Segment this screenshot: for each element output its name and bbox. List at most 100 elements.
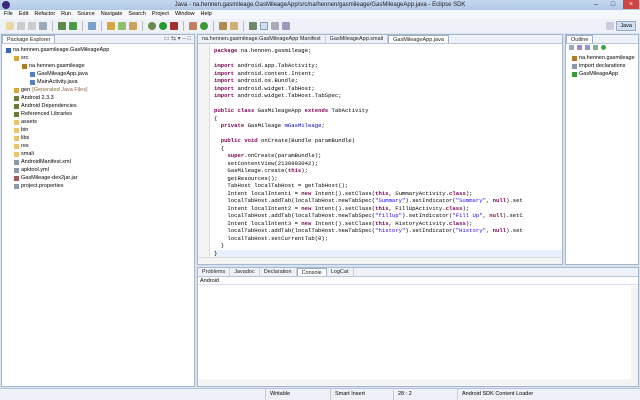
console-horizontal-scrollbar[interactable]	[198, 379, 638, 386]
external-tools-icon[interactable]	[170, 22, 178, 30]
code-line: public void onCreate(Bundle paramBundle)	[220, 137, 356, 144]
tree-item[interactable]: Android 2.3.3	[6, 94, 194, 102]
menu-file[interactable]: File	[4, 10, 13, 19]
search-icon[interactable]	[230, 22, 238, 30]
java-editor: na.hennen.gasmileage.GasMileageApp Manif…	[197, 34, 563, 265]
tree-item[interactable]: bin	[6, 126, 194, 134]
minimize-button[interactable]: –	[588, 0, 604, 9]
tree-item[interactable]: project.properties	[6, 182, 194, 190]
tree-item-label: na.hennen.gasmileage	[29, 63, 85, 69]
code-line: }	[214, 249, 562, 257]
status-writable: Writable	[265, 389, 330, 400]
tree-item[interactable]: na.hennen.gasmileage	[6, 62, 194, 70]
outline-item-icon	[572, 55, 577, 61]
tree-item-icon	[14, 119, 19, 125]
maximize-button[interactable]: □	[605, 0, 621, 9]
close-button[interactable]: ×	[623, 0, 639, 9]
horizontal-scrollbar[interactable]	[198, 257, 562, 264]
debug-icon[interactable]	[148, 22, 156, 30]
checklist-icon[interactable]	[88, 22, 96, 30]
tree-item[interactable]: MainActivity.java	[6, 78, 194, 86]
hide-nonpublic-icon[interactable]	[601, 45, 606, 50]
new-java-class-icon[interactable]	[200, 22, 208, 30]
tree-item[interactable]: smali	[6, 150, 194, 158]
tab-declaration[interactable]: Declaration	[260, 268, 297, 276]
open-task-icon[interactable]	[219, 22, 227, 30]
menu-edit[interactable]: Edit	[19, 10, 28, 19]
outline-item[interactable]: na.hennen.gasmileage	[570, 54, 638, 62]
java-perspective-button[interactable]: Java	[616, 21, 636, 31]
menu-window[interactable]: Window	[175, 10, 195, 19]
open-type-icon[interactable]	[107, 22, 115, 30]
code-line: import android.os.Bundle;	[214, 77, 298, 84]
view-menu-icon[interactable]: ▭ ⇆ ▾ – □	[164, 35, 191, 42]
tree-item-icon	[14, 175, 19, 181]
print-icon[interactable]	[39, 22, 47, 30]
tree-item-label: project.properties	[21, 183, 64, 189]
collapse-all-icon[interactable]	[569, 45, 574, 50]
tree-item[interactable]: res	[6, 142, 194, 150]
save-all-icon[interactable]	[28, 22, 36, 30]
tree-item-icon	[30, 71, 35, 77]
tree-item[interactable]: na.hennen.gasmileage.GasMileageApp	[6, 46, 194, 54]
tab-na-hennen-gasmileage-gasmileageapp-manifest[interactable]: na.hennen.gasmileage.GasMileageApp Manif…	[198, 35, 326, 43]
avd-manager-icon[interactable]	[69, 22, 77, 30]
menu-run[interactable]: Run	[61, 10, 71, 19]
pin-icon[interactable]	[249, 22, 257, 30]
tree-item[interactable]: libs	[6, 134, 194, 142]
menu-search[interactable]: Search	[128, 10, 145, 19]
hide-fields-icon[interactable]	[585, 45, 590, 50]
code-line: TabHost localTabHost = getTabHost();	[214, 182, 349, 189]
tree-item-icon	[30, 79, 35, 85]
code-line: localTabHost.addTab(localTabHost.newTabS…	[214, 227, 523, 234]
console-name: Android	[198, 277, 638, 285]
code-line: localTabHost.addTab(localTabHost.newTabS…	[214, 212, 523, 219]
tree-item[interactable]: Referenced Libraries	[6, 110, 194, 118]
outline-item[interactable]: GasMileageApp	[570, 70, 638, 78]
tab-problems[interactable]: Problems	[198, 268, 231, 276]
save-icon[interactable]	[17, 22, 25, 30]
tab-logcat[interactable]: LogCat	[327, 268, 354, 276]
run-icon[interactable]	[159, 22, 167, 30]
tree-item[interactable]: gen [Generated Java Files]	[6, 86, 194, 94]
new-class-icon[interactable]	[118, 22, 126, 30]
show-whitespace-icon[interactable]	[271, 22, 279, 30]
tab-gasmileageapp-smali[interactable]: GasMileageApp.smali	[326, 35, 389, 43]
tree-item[interactable]: GasMileageApp.java	[6, 70, 194, 78]
outline-item[interactable]: import declarations	[570, 62, 638, 70]
tree-item[interactable]: apktool.yml	[6, 166, 194, 174]
menu-navigate[interactable]: Navigate	[101, 10, 123, 19]
tree-item[interactable]: GasMileage-dex2jar.jar	[6, 174, 194, 182]
open-perspective-icon[interactable]	[606, 22, 615, 30]
tree-item[interactable]: src	[6, 54, 194, 62]
package-icon[interactable]	[189, 22, 197, 30]
sort-icon[interactable]	[577, 45, 582, 50]
tree-item[interactable]: AndroidManifest.xml	[6, 158, 194, 166]
new-icon[interactable]	[6, 22, 14, 30]
hide-static-icon[interactable]	[593, 45, 598, 50]
new-package-icon[interactable]	[129, 22, 137, 30]
mark-occurrences-icon[interactable]	[260, 22, 268, 30]
tree-item[interactable]: Android Dependencies	[6, 102, 194, 110]
tree-item-label: na.hennen.gasmileage.GasMileageApp	[13, 47, 110, 53]
menu-help[interactable]: Help	[201, 10, 212, 19]
console-vertical-scrollbar[interactable]	[631, 286, 638, 379]
android-sdk-icon[interactable]	[58, 22, 66, 30]
outline-tab[interactable]: Outline	[566, 35, 594, 43]
tree-item[interactable]: assets	[6, 118, 194, 126]
tab-console[interactable]: Console	[296, 268, 327, 276]
menu-source[interactable]: Source	[77, 10, 94, 19]
code-line: Intent localIntent1 = new Intent().setCl…	[214, 189, 473, 197]
menu-refactor[interactable]: Refactor	[34, 10, 55, 19]
tab-gasmileageapp-java[interactable]: GasMileageApp.java	[388, 35, 449, 43]
tree-item-icon	[14, 151, 19, 157]
package-explorer-tab[interactable]: Package Explorer	[2, 35, 56, 43]
tab-javadoc[interactable]: Javadoc	[230, 268, 260, 276]
tree-item-label: MainActivity.java	[37, 79, 78, 85]
menu-project[interactable]: Project	[152, 10, 169, 19]
tree-item-label: res	[21, 143, 29, 149]
code-area[interactable]: package na.hennen.gasmileage; import andr…	[198, 44, 562, 257]
tree-item-label: assets	[21, 119, 37, 125]
block-selection-icon[interactable]	[282, 22, 290, 30]
